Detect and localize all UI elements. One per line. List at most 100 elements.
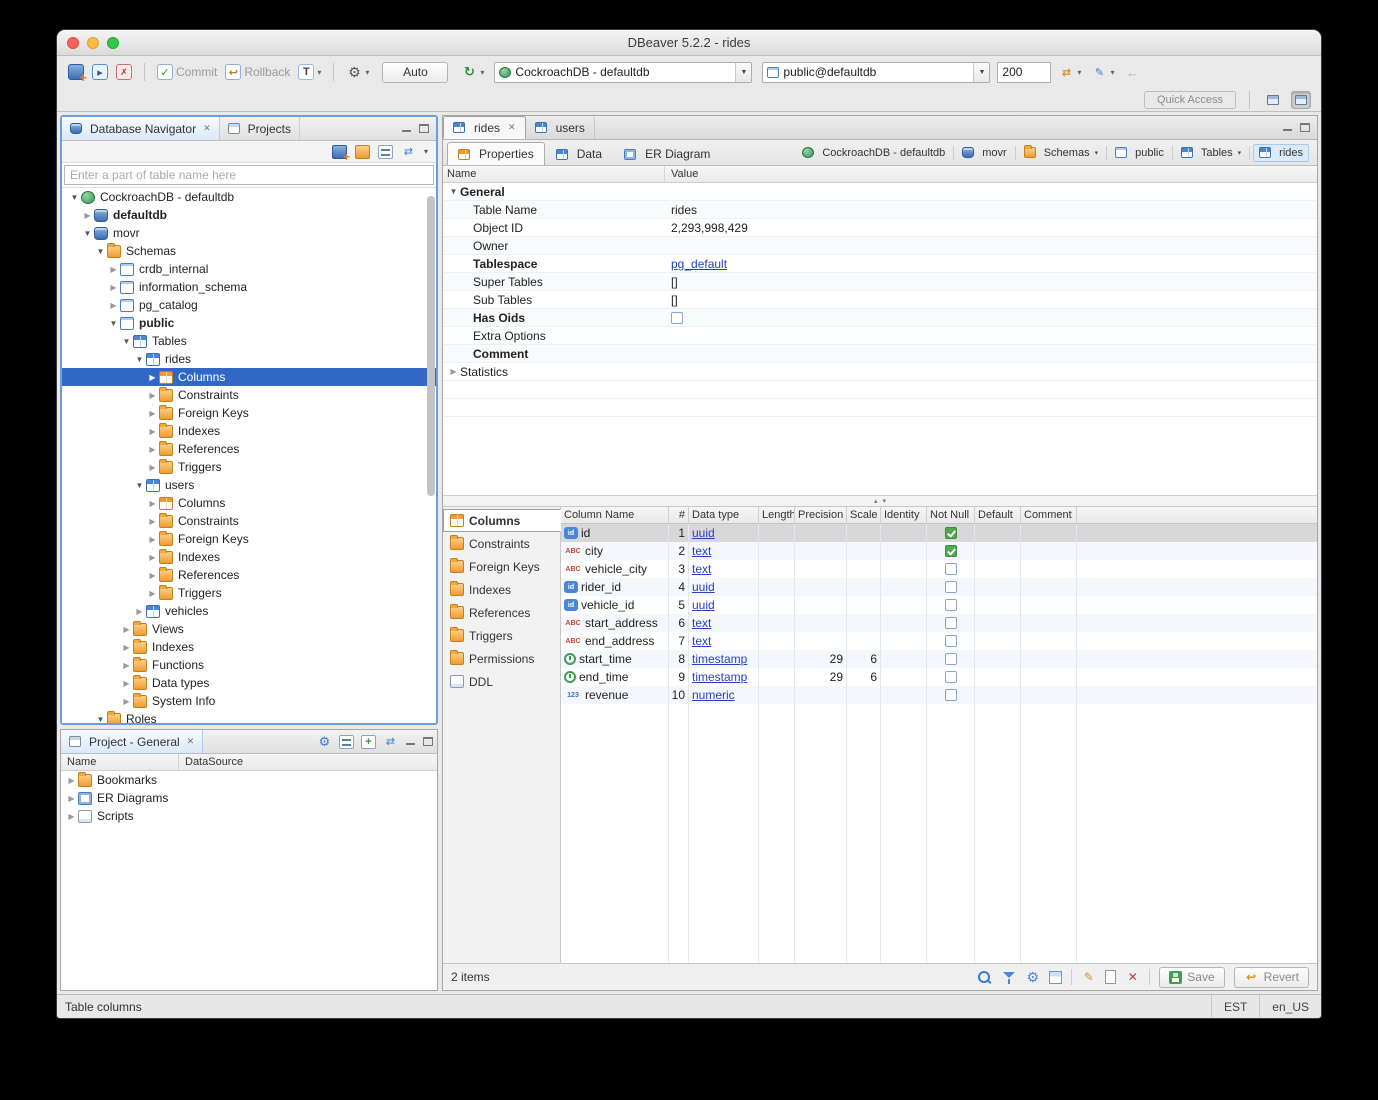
- tree-item-foreign-keys[interactable]: ▶Foreign Keys: [62, 404, 436, 422]
- column-header-data-type[interactable]: Data type: [689, 507, 759, 523]
- close-view-icon[interactable]: ✕: [187, 736, 195, 747]
- property-row-object-id[interactable]: Object ID2,293,998,429: [443, 219, 1317, 237]
- collapse-arrow-icon[interactable]: ▼: [81, 229, 94, 238]
- tab-project-general[interactable]: Project - General ✕: [61, 730, 203, 753]
- properties-value-header[interactable]: Value: [665, 166, 1317, 182]
- close-view-icon[interactable]: ✕: [203, 123, 211, 134]
- new-folder-icon[interactable]: [355, 145, 370, 159]
- auto-commit-button[interactable]: Auto: [382, 62, 448, 83]
- splitter-down-icon[interactable]: [883, 498, 887, 505]
- tree-item-references[interactable]: ▶References: [62, 566, 436, 584]
- expand-arrow-icon[interactable]: ▶: [107, 283, 120, 292]
- tab-database-navigator[interactable]: Database Navigator ✕: [62, 117, 220, 140]
- tree-item-pg-catalog[interactable]: ▶pg_catalog: [62, 296, 436, 314]
- tree-item-vehicles[interactable]: ▶vehicles: [62, 602, 436, 620]
- datatype-link[interactable]: text: [692, 616, 711, 630]
- close-tab-icon[interactable]: ✕: [508, 122, 516, 133]
- expand-arrow-icon[interactable]: ▶: [120, 697, 133, 706]
- property-row-super-tables[interactable]: Super Tables[]: [443, 273, 1317, 291]
- datatype-link[interactable]: text: [692, 544, 711, 558]
- new-connection-icon[interactable]: [332, 145, 347, 159]
- tree-item-roles[interactable]: ▼Roles: [62, 710, 436, 723]
- property-row-tablespace[interactable]: Tablespacepg_default: [443, 255, 1317, 273]
- refresh-button[interactable]: [458, 61, 487, 83]
- column-header-column-name[interactable]: Column Name: [561, 507, 669, 523]
- datatype-link[interactable]: text: [692, 562, 711, 576]
- tablespace-link[interactable]: pg_default: [671, 257, 727, 271]
- collapse-arrow-icon[interactable]: ▼: [133, 481, 146, 490]
- breadcrumb-cockroachdb-defaultdb[interactable]: CockroachDB - defaultdb: [797, 145, 950, 161]
- datatype-link[interactable]: timestamp: [692, 652, 747, 666]
- expand-arrow-icon[interactable]: ▶: [146, 535, 159, 544]
- side-tab-columns[interactable]: Columns: [443, 509, 561, 532]
- maximize-view-icon[interactable]: [419, 124, 429, 133]
- not-null-checkbox[interactable]: [945, 635, 957, 647]
- collapse-all-icon[interactable]: [378, 145, 393, 159]
- minimize-window-button[interactable]: [87, 37, 99, 49]
- column-row-start-time[interactable]: start_time8timestamp296: [561, 650, 1317, 668]
- column-row-vehicle-city[interactable]: ABCvehicle_city3text: [561, 560, 1317, 578]
- column-header-scale[interactable]: Scale: [847, 507, 881, 523]
- schema-combo[interactable]: public@defaultdb: [762, 62, 990, 83]
- tree-item-foreign-keys[interactable]: ▶Foreign Keys: [62, 530, 436, 548]
- back-button[interactable]: [1121, 61, 1143, 83]
- property-row-table-name[interactable]: Table Namerides: [443, 201, 1317, 219]
- tree-item-constraints[interactable]: ▶Constraints: [62, 386, 436, 404]
- expand-arrow-icon[interactable]: ▶: [447, 367, 460, 376]
- disconnect-button[interactable]: [113, 61, 135, 83]
- expand-arrow-icon[interactable]: ▶: [81, 211, 94, 220]
- expand-arrow-icon[interactable]: ▶: [133, 607, 146, 616]
- column-header-length[interactable]: Length: [759, 507, 795, 523]
- side-tab-triggers[interactable]: Triggers: [443, 624, 560, 647]
- property-row-comment[interactable]: Comment: [443, 345, 1317, 363]
- side-tab-ddl[interactable]: DDL: [443, 670, 560, 693]
- side-tab-indexes[interactable]: Indexes: [443, 578, 560, 601]
- datatype-link[interactable]: text: [692, 634, 711, 648]
- property-row-has-oids[interactable]: Has Oids: [443, 309, 1317, 327]
- splitter[interactable]: [443, 496, 1317, 507]
- tree-item-triggers[interactable]: ▶Triggers: [62, 458, 436, 476]
- collapse-arrow-icon[interactable]: ▼: [133, 355, 146, 364]
- tree-item-information-schema[interactable]: ▶information_schema: [62, 278, 436, 296]
- commit-button[interactable]: Commit: [154, 61, 220, 83]
- delete-column-icon[interactable]: [1125, 970, 1140, 985]
- datatype-link[interactable]: numeric: [692, 688, 735, 702]
- not-null-checkbox[interactable]: [945, 581, 957, 593]
- collapse-all-icon[interactable]: [339, 735, 354, 749]
- expand-arrow-icon[interactable]: ▶: [120, 661, 133, 670]
- subtab-er-diagram[interactable]: ER Diagram: [613, 142, 721, 165]
- project-item-er-diagrams[interactable]: ▶ER Diagrams: [61, 789, 437, 807]
- filter-icon[interactable]: [1001, 970, 1016, 985]
- tree-item-functions[interactable]: ▶Functions: [62, 656, 436, 674]
- column-row-id[interactable]: idid1uuid: [561, 524, 1317, 542]
- link-with-editor-icon[interactable]: [401, 145, 416, 159]
- property-row-general[interactable]: ▼General: [443, 183, 1317, 201]
- dbeaver-perspective-icon[interactable]: [1291, 91, 1311, 109]
- column-row-start-address[interactable]: ABCstart_address6text: [561, 614, 1317, 632]
- close-window-button[interactable]: [67, 37, 79, 49]
- expand-arrow-icon[interactable]: ▶: [146, 499, 159, 508]
- breadcrumb-schemas[interactable]: Schemas: [1019, 145, 1103, 161]
- expand-all-icon[interactable]: [361, 735, 376, 749]
- column-header-not-null[interactable]: Not Null: [927, 507, 975, 523]
- expand-arrow-icon[interactable]: ▶: [65, 776, 78, 785]
- collapse-arrow-icon[interactable]: ▼: [94, 715, 107, 724]
- datatype-link[interactable]: timestamp: [692, 670, 747, 684]
- column-header-name[interactable]: Name: [61, 754, 179, 770]
- not-null-checkbox[interactable]: [945, 563, 957, 575]
- save-button[interactable]: Save: [1159, 967, 1224, 988]
- tree-item-indexes[interactable]: ▶Indexes: [62, 638, 436, 656]
- edit-column-icon[interactable]: [1081, 970, 1096, 985]
- minimize-view-icon[interactable]: [1282, 123, 1293, 132]
- tree-item-crdb-internal[interactable]: ▶crdb_internal: [62, 260, 436, 278]
- column-header-precision[interactable]: Precision: [795, 507, 847, 523]
- subtab-data[interactable]: Data: [545, 142, 613, 165]
- maximize-view-icon[interactable]: [423, 737, 433, 746]
- expand-arrow-icon[interactable]: ▶: [120, 679, 133, 688]
- column-row-vehicle-id[interactable]: idvehicle_id5uuid: [561, 596, 1317, 614]
- project-item-scripts[interactable]: ▶Scripts: [61, 807, 437, 825]
- editor-tab-users[interactable]: users: [526, 116, 595, 139]
- tree-item-schemas[interactable]: ▼Schemas: [62, 242, 436, 260]
- property-row-sub-tables[interactable]: Sub Tables[]: [443, 291, 1317, 309]
- tree-item-data-types[interactable]: ▶Data types: [62, 674, 436, 692]
